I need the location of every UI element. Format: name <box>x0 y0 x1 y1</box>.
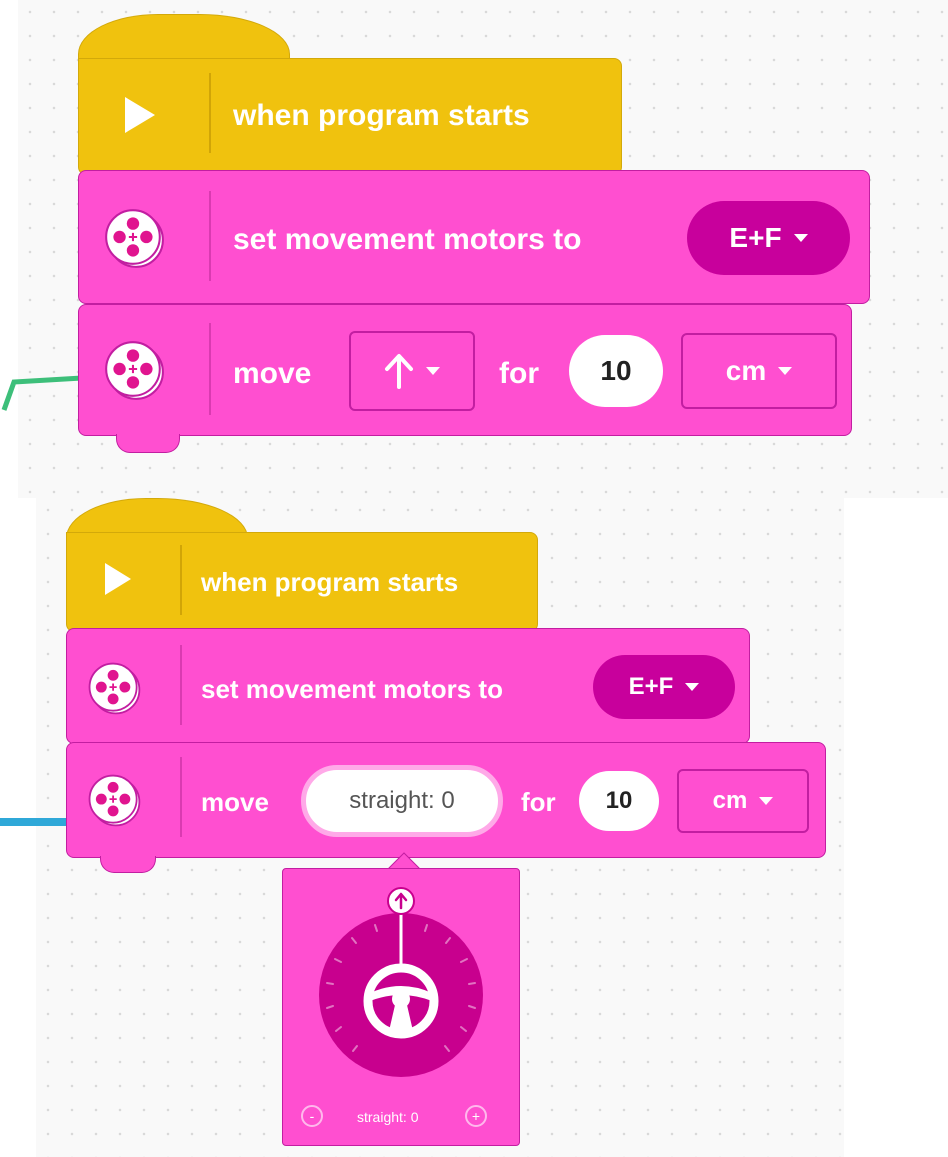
distance-input[interactable]: 10 <box>579 771 659 831</box>
when-program-starts-block[interactable]: when program starts <box>78 58 622 175</box>
chevron-down-icon <box>685 683 700 691</box>
steering-popup: - straight: 0 + <box>282 868 520 1146</box>
motor-icon <box>105 341 164 400</box>
motor-icon <box>88 662 141 715</box>
direction-dropdown[interactable] <box>349 331 475 411</box>
for-label: for <box>499 357 539 390</box>
unit-value: cm <box>712 787 748 814</box>
move-block[interactable]: move for 10 cm <box>78 304 852 436</box>
steering-readout: straight: 0 <box>357 1109 419 1125</box>
steering-dial[interactable] <box>301 883 501 1079</box>
motor-ports-value: E+F <box>628 673 674 700</box>
chevron-down-icon <box>793 234 808 242</box>
chevron-down-icon <box>778 367 793 375</box>
distance-input[interactable]: 10 <box>569 335 663 407</box>
hat-label: when program starts <box>201 567 459 597</box>
move-label: move <box>201 787 269 817</box>
move-block[interactable]: move straight: 0 for 10 cm <box>66 742 826 858</box>
play-icon <box>125 97 155 133</box>
unit-dropdown[interactable]: cm <box>677 769 809 833</box>
for-label: for <box>521 787 556 817</box>
increase-button[interactable]: + <box>465 1105 487 1127</box>
motor-ports-dropdown[interactable]: E+F <box>593 655 735 719</box>
set-motors-label: set movement motors to <box>233 223 582 256</box>
decrease-button[interactable]: - <box>301 1105 323 1127</box>
when-program-starts-block[interactable]: when program starts <box>66 532 538 632</box>
play-icon <box>105 563 131 595</box>
motor-ports-value: E+F <box>729 222 782 253</box>
chevron-down-icon <box>426 367 440 375</box>
motor-icon <box>88 774 141 827</box>
motor-ports-dropdown[interactable]: E+F <box>687 201 850 275</box>
up-arrow-icon <box>385 354 413 389</box>
steering-input[interactable]: straight: 0 <box>301 765 503 837</box>
motor-icon <box>105 209 164 268</box>
hat-label: when program starts <box>233 99 530 132</box>
move-block-tab <box>116 434 180 453</box>
set-movement-motors-block[interactable]: set movement motors to E+F <box>66 628 750 744</box>
unit-value: cm <box>725 355 767 386</box>
unit-dropdown[interactable]: cm <box>681 333 837 409</box>
set-motors-label: set movement motors to <box>201 674 503 704</box>
set-movement-motors-block[interactable]: set movement motors to E+F <box>78 170 870 304</box>
move-label: move <box>233 357 312 390</box>
chevron-down-icon <box>759 797 774 805</box>
move-block-tab <box>100 856 156 873</box>
